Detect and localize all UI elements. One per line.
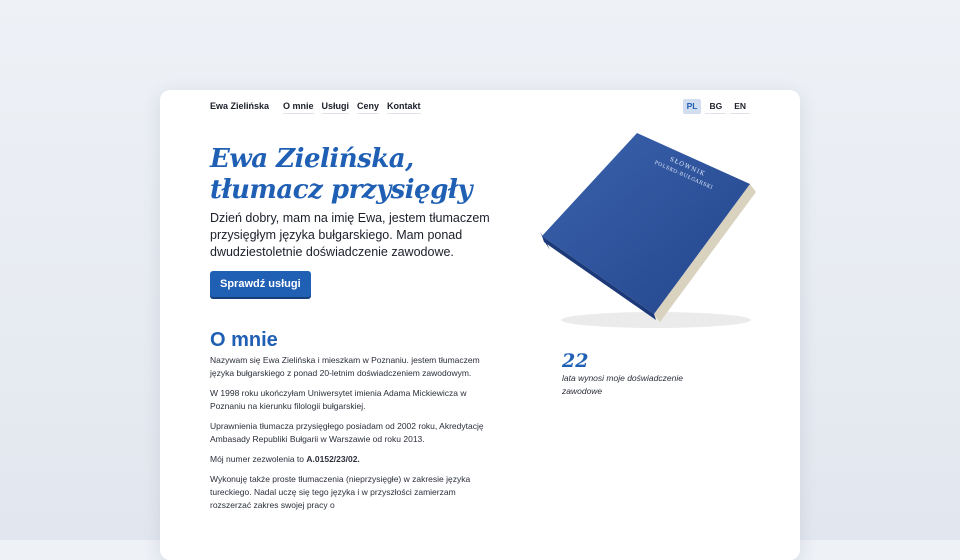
permit-number: A.0152/23/02. — [306, 454, 360, 464]
about-paragraph-4: Mój numer zezwolenia to A.0152/23/02. — [210, 453, 490, 466]
about-paragraph-3: Uprawnienia tłumacza przysięgłego posiad… — [210, 421, 484, 444]
nav-link-prices[interactable]: Ceny — [357, 101, 380, 114]
experience-label: lata wynosi moje doświadczenie zawodowe — [562, 373, 683, 396]
experience-years: 22 — [562, 350, 589, 372]
nav-link-contact[interactable]: Kontakt — [387, 101, 421, 114]
hero-intro: Dzień dobry, mam na imię Ewa, jestem tłu… — [210, 211, 490, 259]
top-navigation: Ewa Zielińska O mnie Usługi Ceny Kontakt… — [210, 99, 750, 116]
main-menu: O mnie Usługi Ceny Kontakt — [283, 101, 421, 114]
experience-stat: 22 lata wynosi moje doświadczenie zawodo… — [562, 350, 722, 398]
hero-title: Ewa Zielińska, tłumacz przysięgły — [210, 144, 473, 206]
nav-link-about[interactable]: O mnie — [283, 101, 314, 114]
language-pl[interactable]: PL — [682, 99, 702, 114]
about-paragraph-1: Nazywam się Ewa Zielińska i mieszkam w P… — [210, 355, 480, 378]
dictionary-book-image: SŁOWNIK POLSKO-BUŁGARSKI — [540, 133, 756, 328]
about-text: Nazywam się Ewa Zielińska i mieszkam w P… — [210, 354, 490, 519]
language-bg[interactable]: BG — [705, 99, 727, 114]
brand-name[interactable]: Ewa Zielińska — [210, 101, 269, 111]
hero-title-line2: tłumacz przysięgły — [210, 175, 473, 205]
about-paragraph-5: Wykonuję także proste tłumaczenia (niepr… — [210, 474, 471, 510]
hero-title-line1: Ewa Zielińska, — [210, 144, 414, 174]
language-en[interactable]: EN — [730, 99, 750, 114]
page-card: Ewa Zielińska O mnie Usługi Ceny Kontakt… — [160, 90, 800, 560]
about-paragraph-2: W 1998 roku ukończyłam Uniwersytet imien… — [210, 388, 467, 411]
language-switcher: PL BG EN — [682, 99, 750, 114]
check-services-button[interactable]: Sprawdź usługi — [210, 271, 311, 297]
nav-link-services[interactable]: Usługi — [321, 101, 350, 114]
about-section-title: O mnie — [210, 329, 278, 351]
permit-label: Mój numer zezwolenia to — [210, 454, 307, 464]
